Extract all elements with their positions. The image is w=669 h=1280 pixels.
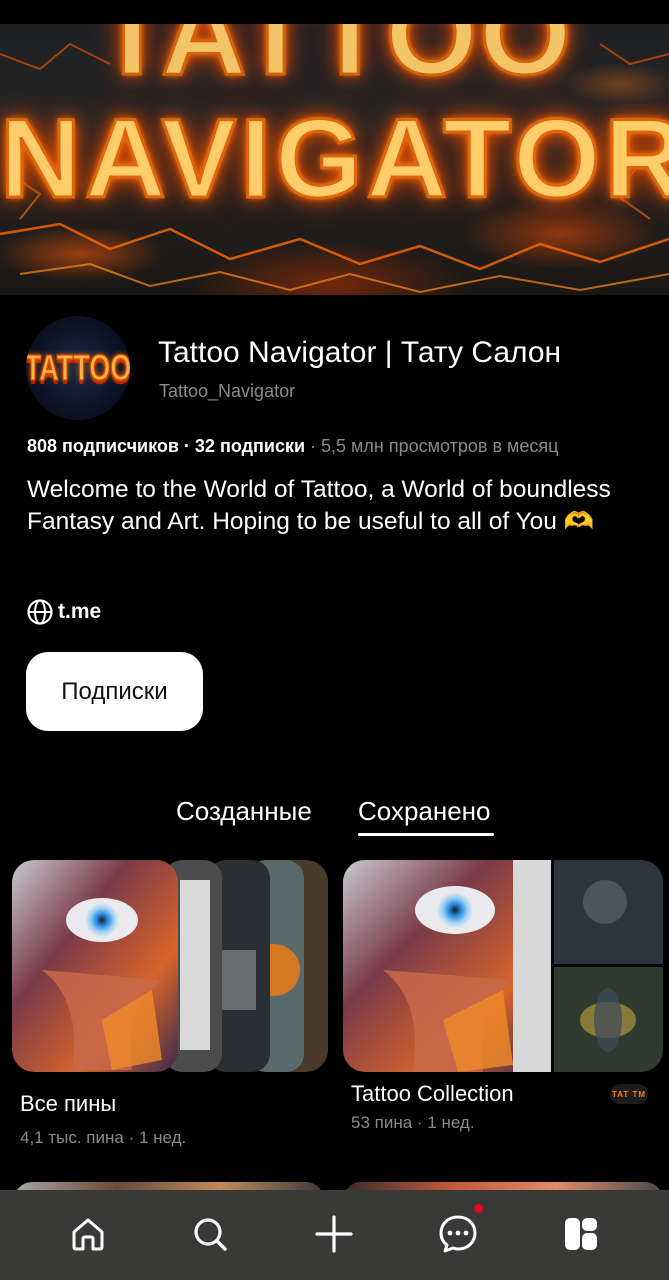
home-icon — [72, 1218, 104, 1251]
website-link[interactable]: t.me — [26, 597, 101, 627]
following-count[interactable]: 32 подписки — [195, 436, 305, 456]
board-cover-stack — [12, 860, 328, 1072]
notification-dot — [474, 1204, 483, 1213]
plus-icon — [315, 1215, 353, 1253]
board-name: Все пины — [20, 1091, 117, 1116]
active-tab-indicator — [358, 833, 494, 836]
stats-separator: · — [178, 436, 195, 456]
board-cover-image — [343, 860, 663, 1072]
followers-count[interactable]: 808 подписчиков — [27, 436, 179, 456]
banner-text-top: TATTOO — [94, 24, 574, 102]
board-name: Tattoo Collection — [351, 1081, 514, 1106]
collaborator-avatar: TAT TM — [610, 1084, 648, 1104]
nav-search[interactable] — [184, 1208, 236, 1260]
profile-title: Tattoo Navigator | Тату Салон — [158, 336, 562, 369]
board-cover-image — [12, 860, 328, 1072]
board-meta: 53 пина · 1 нед. — [351, 1113, 475, 1132]
saved-icon — [565, 1218, 597, 1250]
nav-create[interactable] — [308, 1208, 360, 1260]
nav-saved[interactable] — [555, 1208, 607, 1260]
nav-home[interactable] — [62, 1208, 114, 1260]
following-button[interactable]: Подписки — [26, 652, 203, 731]
messages-icon — [439, 1215, 477, 1253]
monthly-views: 5,5 млн просмотров в месяц — [321, 436, 559, 456]
profile-cover-banner: TATTOO NAVIGATOR — [0, 24, 669, 295]
board-cover-grid — [343, 860, 663, 1072]
nav-messages[interactable] — [432, 1204, 484, 1260]
profile-bio: Welcome to the World of Tattoo, a World … — [27, 476, 611, 535]
profile-page: TATTOO NAVIGATOR TATTOO Tattoo Navigator… — [0, 0, 669, 1280]
banner-text-main: NAVIGATOR — [0, 95, 669, 223]
globe-icon — [27, 599, 53, 625]
profile-stats: 808 подписчиков · 32 подписки · 5,5 млн … — [27, 436, 558, 457]
profile-avatar[interactable]: TATTOO — [26, 316, 130, 420]
avatar-logo-text: TATTOO — [26, 346, 130, 388]
board-meta: 4,1 тыс. пина · 1 нед. — [20, 1128, 187, 1147]
profile-username: Tattoo_Navigator — [159, 381, 296, 401]
tab-saved[interactable]: Сохранено — [358, 796, 491, 827]
stats-separator: · — [305, 436, 322, 456]
tab-created[interactable]: Созданные — [176, 796, 312, 827]
bottom-navigation-bar — [0, 1190, 669, 1280]
website-link-text: t.me — [58, 600, 102, 623]
search-icon — [194, 1218, 227, 1251]
